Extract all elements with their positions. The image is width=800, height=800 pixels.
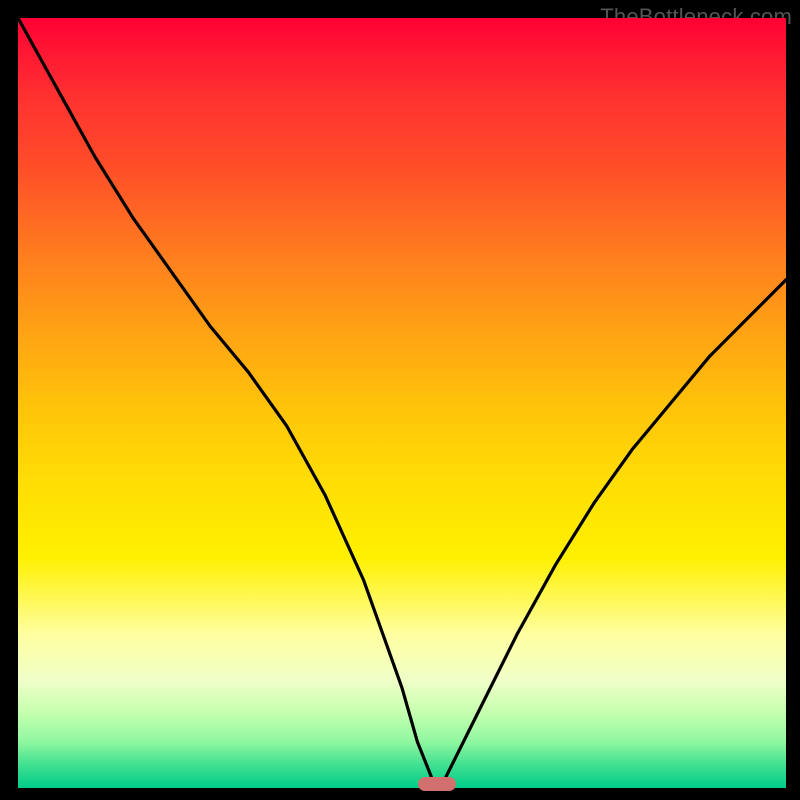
chart-container: TheBottleneck.com bbox=[0, 0, 800, 800]
optimal-marker bbox=[418, 777, 456, 791]
plot-area bbox=[18, 18, 786, 788]
curve-svg bbox=[18, 18, 786, 788]
bottleneck-curve bbox=[18, 18, 786, 788]
